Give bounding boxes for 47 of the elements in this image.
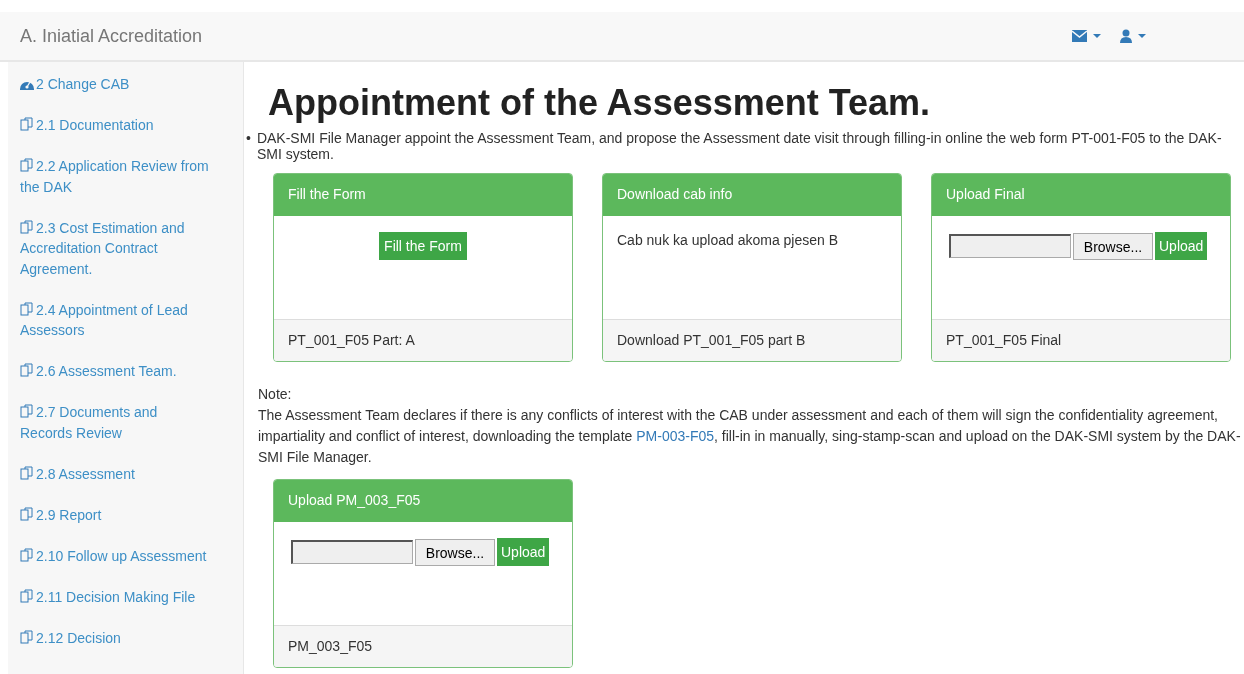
file-path-field[interactable] bbox=[291, 540, 413, 564]
copy-icon bbox=[20, 158, 34, 172]
copy-icon bbox=[20, 363, 34, 377]
page-heading: Appointment of the Assessment Team. bbox=[268, 82, 932, 124]
panel-heading: Fill the Form bbox=[274, 174, 572, 216]
sidebar-link[interactable]: 2.6 Assessment Team. bbox=[20, 361, 243, 382]
note-paragraph: The Assessment Team declares if there is any conflicts of interest with the CAB under assessment and each of them will sign the confidentiality agreement, impartiality and conflict of interest, downloading the template PM-003-F05, fill-in in manually, sing-stamp-scan and upload on the DAK-SMI system by the DAK-SMI File Manager. bbox=[258, 406, 1242, 467]
copy-icon bbox=[20, 506, 34, 521]
sidebar-link[interactable]: 2.9 Report bbox=[20, 504, 243, 525]
navbar-title[interactable]: A. Iniatial Accreditation bbox=[20, 25, 203, 47]
copy-icon bbox=[20, 117, 34, 131]
copy-icon bbox=[20, 404, 34, 418]
sidebar-link[interactable]: 2.12 Decision bbox=[20, 627, 243, 648]
panel-heading: Upload Final bbox=[932, 174, 1230, 216]
copy-icon bbox=[20, 301, 34, 316]
fill-form-button[interactable]: Fill the Form bbox=[379, 232, 467, 260]
panel-footer: PM_003_F05 bbox=[274, 625, 572, 667]
intro-text: DAK-SMI File Manager appoint the Assessment Team, and propose the Assessment date visit through filling-in online the web form PT-001-F05 to the DAK-SMI system. bbox=[256, 130, 1223, 162]
user-dropdown-icon[interactable] bbox=[1120, 29, 1148, 43]
browse-button[interactable]: Browse... bbox=[415, 539, 495, 566]
panel-heading: Upload PM_003_F05 bbox=[274, 480, 572, 522]
sidebar-link[interactable]: 2.3 Cost Estimation and Accreditation Contract Agreement. bbox=[20, 217, 243, 279]
mail-dropdown-icon[interactable] bbox=[1072, 29, 1102, 43]
bullet-mark: • bbox=[246, 130, 251, 148]
upload-button[interactable]: Upload bbox=[1155, 232, 1208, 260]
sidebar-link[interactable]: 2.4 Appointment of Lead Assessors bbox=[20, 299, 243, 341]
upload-button[interactable]: Upload bbox=[497, 538, 550, 566]
panel-footer: PT_001_F05 Part: A bbox=[274, 319, 572, 361]
panel-heading: Download cab info bbox=[603, 174, 901, 216]
copy-icon bbox=[20, 465, 34, 480]
sidebar-link[interactable]: 2.11 Decision Making File bbox=[20, 586, 243, 607]
panel-footer: PT_001_F05 Final bbox=[932, 319, 1230, 361]
sidebar-link[interactable]: 2.1 Documentation bbox=[20, 115, 243, 136]
copy-icon bbox=[20, 547, 34, 562]
sidebar-link[interactable]: 2.8 Assessment bbox=[20, 463, 243, 484]
sidebar-link[interactable]: 2 Change CAB bbox=[20, 74, 243, 95]
file-path-field[interactable] bbox=[949, 234, 1071, 258]
sidebar-link[interactable]: 2.2 Application Review from the DAK bbox=[20, 156, 243, 197]
panel-text: Cab nuk ka upload akoma pjesen B bbox=[617, 232, 840, 248]
browse-button[interactable]: Browse... bbox=[1073, 233, 1153, 260]
copy-icon bbox=[20, 588, 34, 603]
sidebar-link[interactable]: 2.10 Follow up Assessment bbox=[20, 545, 243, 566]
panel-footer: Download PT_001_F05 part B bbox=[603, 319, 901, 361]
copy-icon bbox=[20, 629, 34, 644]
sidebar-link[interactable]: 2.7 Documents and Records Review bbox=[20, 402, 243, 443]
note-label: Note: bbox=[258, 385, 293, 404]
copy-icon bbox=[20, 219, 34, 234]
